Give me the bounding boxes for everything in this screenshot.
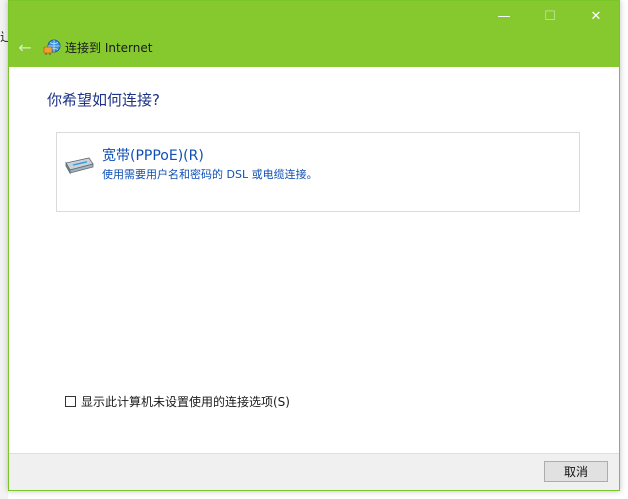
minimize-button[interactable]: — xyxy=(481,1,527,31)
navigation-row: ← 连接到 Internet xyxy=(9,33,152,61)
option-broadband-pppoe[interactable]: 宽带(PPPoE)(R) 使用需要用户名和密码的 DSL 或电缆连接。 xyxy=(56,132,580,212)
network-connection-icon xyxy=(43,38,61,56)
background-desktop: 辶 xyxy=(0,0,12,499)
title-bar: — ☐ ✕ ← 连接到 Internet xyxy=(9,1,619,67)
show-unset-options-checkbox[interactable] xyxy=(65,396,76,407)
option-description: 使用需要用户名和密码的 DSL 或电缆连接。 xyxy=(102,168,318,181)
close-button[interactable]: ✕ xyxy=(573,1,619,31)
show-unset-options-row[interactable]: 显示此计算机未设置使用的连接选项(S) xyxy=(65,393,290,410)
connect-to-internet-window: — ☐ ✕ ← 连接到 Internet 你希望如何连接? 宽带(PPPoE)(… xyxy=(8,0,620,491)
window-controls: — ☐ ✕ xyxy=(481,1,619,31)
checkbox-label: 显示此计算机未设置使用的连接选项(S) xyxy=(81,395,290,409)
broadband-modem-icon xyxy=(63,155,95,175)
main-content: 你希望如何连接? 宽带(PPPoE)(R) 使用需要用户名和密码的 DSL 或电… xyxy=(9,67,619,453)
cancel-button[interactable]: 取消 xyxy=(544,461,608,482)
window-title: 连接到 Internet xyxy=(65,40,153,55)
footer-bar: 取消 xyxy=(9,453,619,490)
page-heading: 你希望如何连接? xyxy=(47,91,160,109)
back-arrow-icon[interactable]: ← xyxy=(11,35,39,59)
maximize-button[interactable]: ☐ xyxy=(527,1,573,31)
option-title: 宽带(PPPoE)(R) xyxy=(102,148,204,164)
